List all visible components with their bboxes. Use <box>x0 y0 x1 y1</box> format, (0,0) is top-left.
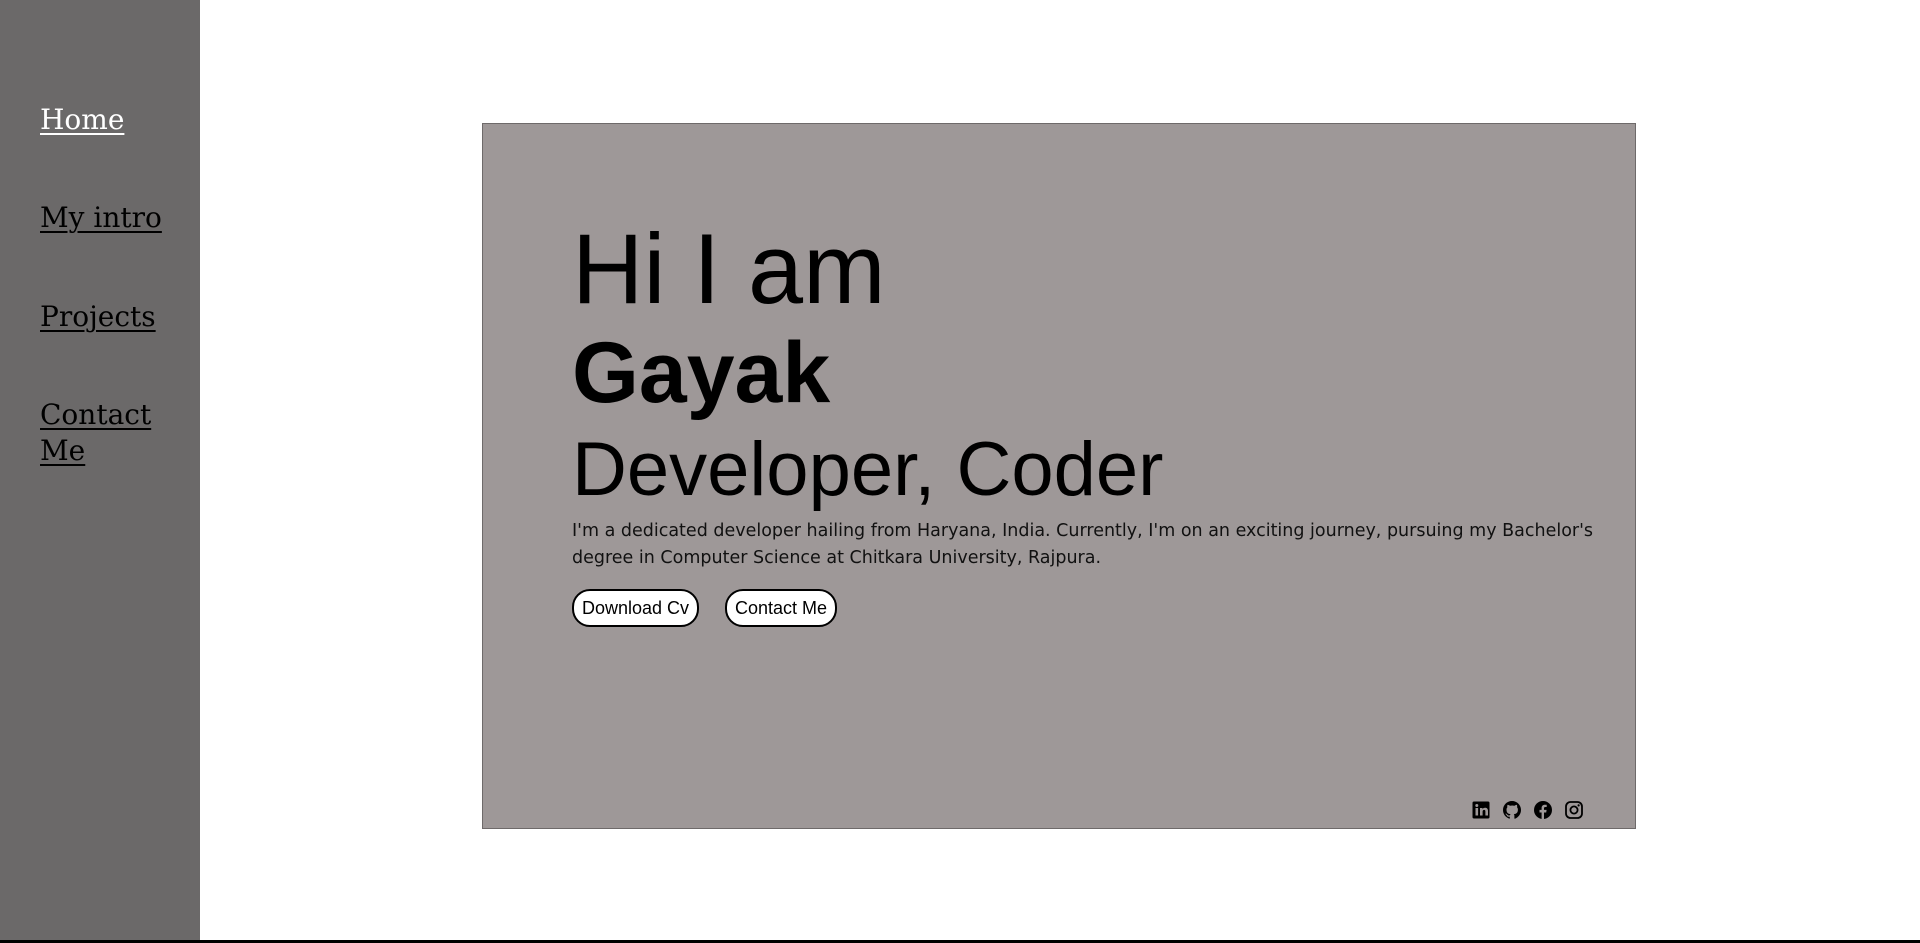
facebook-icon[interactable] <box>1533 800 1553 820</box>
nav-link-my-intro[interactable]: My intro <box>40 200 170 236</box>
nav-link-projects[interactable]: Projects <box>40 299 170 335</box>
github-icon[interactable] <box>1502 800 1522 820</box>
hero-card: Hi I am Gayak Developer, Coder I'm a ded… <box>482 123 1636 829</box>
nav-link-contact-me[interactable]: Contact Me <box>40 397 170 469</box>
social-links <box>1471 800 1584 820</box>
linkedin-icon[interactable] <box>1471 800 1491 820</box>
hero-greeting: Hi I am <box>572 213 886 324</box>
hero-description: I'm a dedicated developer hailing from H… <box>572 521 1594 568</box>
contact-me-button[interactable]: Contact Me <box>725 589 837 627</box>
hero-roles: Developer, Coder <box>572 427 1164 512</box>
nav-link-home[interactable]: Home <box>40 102 170 138</box>
sidebar: Home My intro Projects Contact Me <box>0 0 200 940</box>
instagram-icon[interactable] <box>1564 800 1584 820</box>
hero-name: Gayak <box>572 325 831 421</box>
download-cv-button[interactable]: Download Cv <box>572 589 699 627</box>
